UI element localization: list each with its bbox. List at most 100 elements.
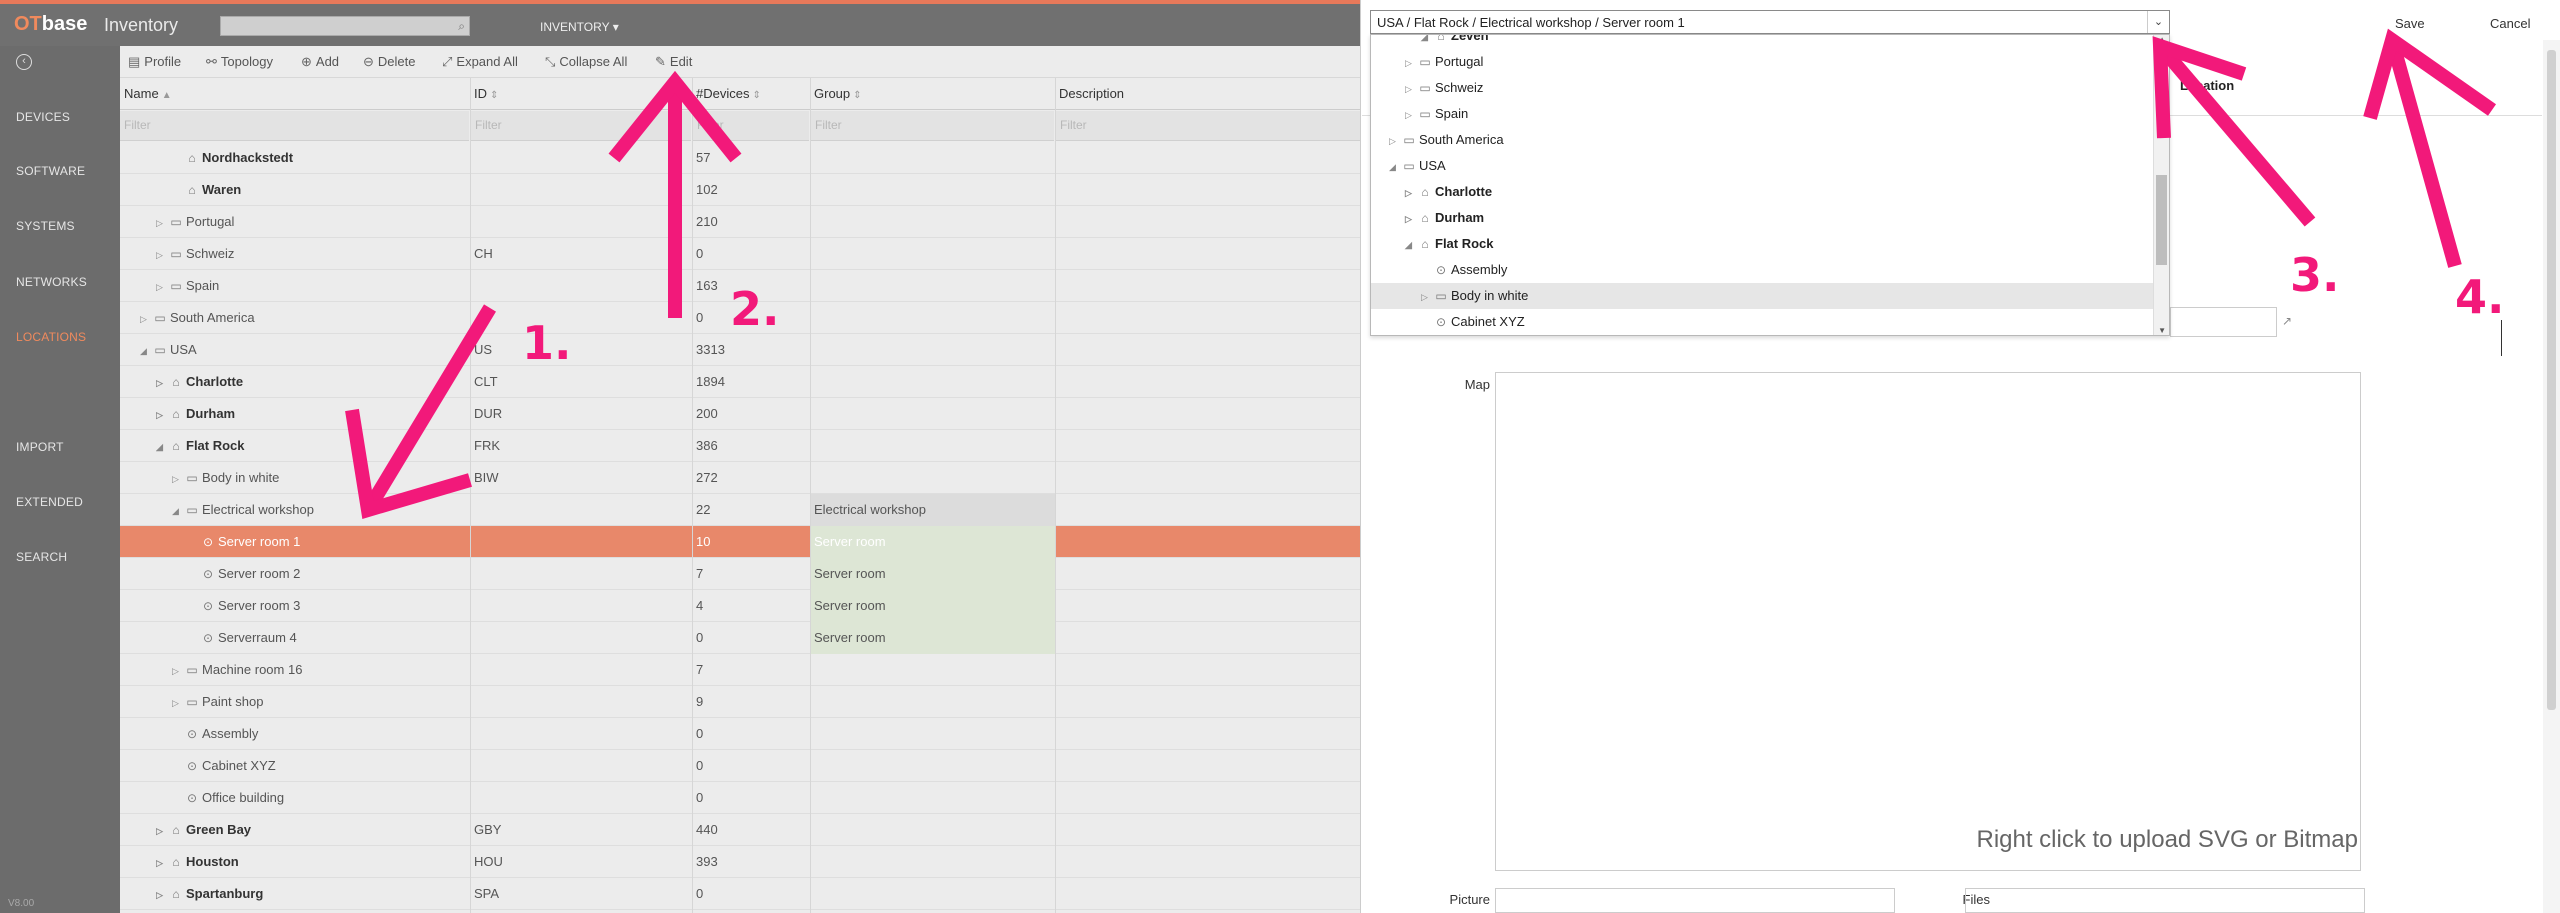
table-row[interactable]: ▷ ▭ Paint shop 9 [120, 686, 1360, 718]
picture-field[interactable] [1495, 888, 1895, 913]
collapsed-caret-icon[interactable]: ▷ [172, 698, 184, 709]
table-row[interactable]: ⊙ Serverraum 4 0 Server room [120, 622, 1360, 654]
table-row[interactable]: ▷ ▭ Body in white BIW 272 [120, 462, 1360, 494]
expanded-caret-icon[interactable]: ◢ [156, 442, 168, 453]
collapsed-caret-icon[interactable]: ▷ [1405, 58, 1417, 69]
table-row[interactable]: ▷ ▭ Machine room 16 7 [120, 654, 1360, 686]
expanded-caret-icon[interactable]: ◢ [1405, 240, 1417, 251]
scroll-up-icon[interactable]: ▲ [2158, 35, 2166, 44]
column-header-name[interactable]: Name ▲ [120, 78, 470, 110]
global-search-input[interactable]: ⌕ [220, 16, 470, 36]
dropdown-scrollbar[interactable]: ▲ ▼ [2153, 35, 2169, 335]
module-dropdown[interactable]: INVENTORY ▾ [540, 20, 619, 34]
profile-button[interactable]: ▤ Profile [128, 54, 181, 70]
collapsed-caret-icon[interactable]: ▷ [156, 218, 168, 229]
collapsed-caret-icon[interactable]: ▷ [156, 890, 168, 901]
nav-import[interactable]: IMPORT [16, 440, 64, 454]
dropdown-option[interactable]: ▷ ▭ Portugal [1371, 49, 2155, 75]
delete-button[interactable]: ⊖ Delete [363, 54, 415, 70]
topology-button[interactable]: ⚯ Topology [206, 54, 273, 70]
collapse-nav-icon[interactable]: ‹ [16, 54, 32, 70]
expanded-caret-icon[interactable]: ◢ [1389, 162, 1401, 173]
collapsed-caret-icon[interactable]: ▷ [156, 282, 168, 293]
dropdown-option[interactable]: ◢ ⌂ Flat Rock [1371, 231, 2155, 257]
table-row[interactable]: ⊙ Cabinet XYZ 0 [120, 750, 1360, 782]
table-row[interactable]: ◢ ⌂ Flat Rock FRK 386 [120, 430, 1360, 462]
filter-devices-input[interactable]: Filter [693, 111, 809, 141]
table-row[interactable]: ▷ ▭ Schweiz CH 0 [120, 238, 1360, 270]
panel-scrollbar-thumb[interactable] [2547, 50, 2556, 710]
dropdown-option[interactable]: ◢ ⌂ Zeven [1371, 35, 2155, 49]
dropdown-scrollbar-thumb[interactable] [2156, 175, 2167, 265]
edit-button[interactable]: ✎ Edit [655, 54, 692, 70]
table-row[interactable]: ⊙ Assembly 0 [120, 718, 1360, 750]
table-row[interactable]: ▷ ⌂ Green Bay GBY 440 [120, 814, 1360, 846]
table-row[interactable]: ⌂ Nordhackstedt 57 [120, 142, 1360, 174]
parent-location-select[interactable]: USA / Flat Rock / Electrical workshop / … [1370, 10, 2170, 34]
cancel-button[interactable]: Cancel [2490, 16, 2530, 31]
nav-extended[interactable]: EXTENDED [16, 495, 83, 509]
collapsed-caret-icon[interactable]: ▷ [156, 410, 168, 421]
collapsed-caret-icon[interactable]: ▷ [156, 826, 168, 837]
expand-all-button[interactable]: ⤢ Expand All [442, 54, 518, 70]
collapsed-caret-icon[interactable]: ▷ [156, 378, 168, 389]
dropdown-option[interactable]: ▷ ▭ Schweiz [1371, 75, 2155, 101]
dropdown-option[interactable]: ◢ ▭ USA [1371, 153, 2155, 179]
table-row[interactable]: ▷ ⌂ Charlotte CLT 1894 [120, 366, 1360, 398]
nav-networks[interactable]: NETWORKS [16, 275, 87, 289]
collapsed-caret-icon[interactable]: ▷ [1405, 110, 1417, 121]
collapsed-caret-icon[interactable]: ▷ [1389, 136, 1401, 147]
filter-group-input[interactable]: Filter [811, 111, 1054, 141]
column-header-group[interactable]: Group ⇕ [810, 78, 1055, 110]
nav-software[interactable]: SOFTWARE [16, 164, 85, 178]
collapsed-caret-icon[interactable]: ▷ [1405, 214, 1417, 225]
scroll-down-icon[interactable]: ▼ [2158, 326, 2166, 335]
save-button[interactable]: Save [2395, 16, 2425, 31]
external-link-icon[interactable]: ↗ [2282, 314, 2292, 328]
dropdown-option[interactable]: ▷ ⌂ Charlotte [1371, 179, 2155, 205]
map-upload-area[interactable]: Right click to upload SVG or Bitmap [1495, 372, 2361, 871]
nav-search[interactable]: SEARCH [16, 550, 67, 564]
collapsed-caret-icon[interactable]: ▷ [1405, 188, 1417, 199]
collapsed-caret-icon[interactable]: ▷ [172, 474, 184, 485]
tab-location[interactable]: Location [2180, 78, 2234, 93]
dropdown-option[interactable]: ▷ ⌂ Durham [1371, 205, 2155, 231]
table-row[interactable]: ▷ ⌂ Spartanburg SPA 0 [120, 878, 1360, 910]
collapsed-caret-icon[interactable]: ▷ [172, 666, 184, 677]
dropdown-option[interactable]: ⊙ Assembly [1371, 257, 2155, 283]
otbase-logo[interactable]: OTbase [14, 13, 87, 36]
collapsed-caret-icon[interactable]: ▷ [156, 858, 168, 869]
nav-devices[interactable]: DEVICES [16, 110, 70, 124]
location-field[interactable] [2170, 307, 2277, 337]
dropdown-option[interactable]: ▷ ▭ South America [1371, 127, 2155, 153]
table-row[interactable]: ⊙ Server room 3 4 Server room [120, 590, 1360, 622]
files-field[interactable] [1965, 888, 2365, 913]
chevron-down-icon[interactable]: ⌄ [2147, 11, 2169, 33]
table-row[interactable]: ◢ ▭ Electrical workshop 22 Electrical worksh… [120, 494, 1360, 526]
table-row[interactable]: ▷ ▭ Portugal 210 [120, 206, 1360, 238]
collapsed-caret-icon[interactable]: ▷ [1405, 84, 1417, 95]
table-row[interactable]: ⊙ Office building 0 [120, 782, 1360, 814]
dropdown-option[interactable]: ⊙ Cabinet XYZ [1371, 309, 2155, 335]
table-row[interactable]: ⊙ Server room 1 10 Server room [120, 526, 1360, 558]
column-header-devices[interactable]: #Devices ⇕ [692, 78, 810, 110]
collapse-all-button[interactable]: ⤡ Collapse All [545, 54, 627, 70]
nav-systems[interactable]: SYSTEMS [16, 219, 75, 233]
table-row[interactable]: ▷ ⌂ Houston HOU 393 [120, 846, 1360, 878]
add-button[interactable]: ⊕ Add [301, 54, 339, 70]
filter-description-input[interactable]: Filter [1056, 111, 1360, 141]
dropdown-option[interactable]: ▷ ▭ Body in white [1371, 283, 2155, 309]
column-header-id[interactable]: ID ⇕ [470, 78, 692, 110]
table-row[interactable]: ▷ ⌂ Durham DUR 200 [120, 398, 1360, 430]
collapsed-caret-icon[interactable]: ▷ [156, 250, 168, 261]
nav-locations[interactable]: LOCATIONS [16, 330, 86, 344]
filter-name-input[interactable]: Filter [120, 111, 469, 141]
expanded-caret-icon[interactable]: ◢ [172, 506, 184, 517]
table-row[interactable]: ⊙ Server room 2 7 Server room [120, 558, 1360, 590]
expanded-caret-icon[interactable]: ◢ [1421, 35, 1433, 43]
collapsed-caret-icon[interactable]: ▷ [1421, 292, 1433, 303]
table-row[interactable]: ◢ ▭ USA US 3313 [120, 334, 1360, 366]
column-header-description[interactable]: Description [1055, 78, 1360, 110]
collapsed-caret-icon[interactable]: ▷ [140, 314, 152, 325]
dropdown-option[interactable]: ▷ ▭ Spain [1371, 101, 2155, 127]
